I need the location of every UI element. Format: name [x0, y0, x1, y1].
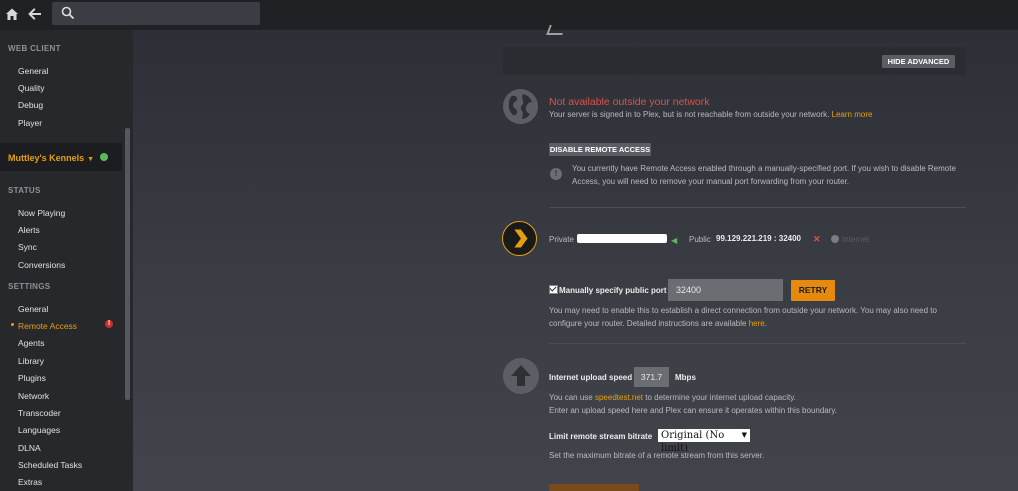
public-address: 99.129.221.219 : 32400: [716, 234, 801, 243]
error-badge-icon: !: [105, 320, 113, 328]
server-selector[interactable]: Muttley's Kennels ▼: [0, 143, 122, 171]
speedtest-link[interactable]: speedtest.net: [595, 393, 643, 402]
sidebar-item-network[interactable]: Network: [18, 391, 49, 401]
upload-speed-input[interactable]: 371.7: [634, 367, 669, 387]
bitrate-note: Set the maximum bitrate of a remote stre…: [549, 451, 765, 460]
private-address-redacted: [577, 234, 667, 243]
sidebar-item-library[interactable]: Library: [18, 356, 44, 366]
sidebar-scrollbar[interactable]: [125, 128, 130, 400]
internet-globe-icon: [831, 235, 839, 243]
sidebar-item-agents[interactable]: Agents: [18, 338, 44, 348]
sidebar-item-general[interactable]: General: [18, 66, 48, 76]
server-status-icon: [100, 153, 108, 161]
plex-logo-icon: [502, 221, 537, 256]
sidebar-item-scheduled-tasks[interactable]: Scheduled Tasks: [18, 460, 82, 470]
section-divider: [549, 207, 966, 208]
save-changes-button[interactable]: [549, 484, 639, 491]
sidebar-item-player[interactable]: Player: [18, 118, 42, 128]
remote-status-desc: Your server is signed in to Plex, but is…: [549, 110, 873, 119]
sidebar-header-status: STATUS: [8, 186, 41, 195]
sidebar-item-settings-general[interactable]: General: [18, 304, 48, 314]
sidebar-item-debug[interactable]: Debug: [18, 100, 43, 110]
disable-note-line2: Access, you will need to remove your man…: [572, 177, 850, 186]
port-note-line1: You may need to enable this to establish…: [549, 306, 937, 315]
chevron-down-icon: ▼: [741, 431, 747, 439]
bitrate-select[interactable]: Original (No limit) ▼: [658, 429, 750, 454]
sidebar-item-plugins[interactable]: Plugins: [18, 373, 46, 383]
chevron-down-icon: ▼: [87, 156, 95, 163]
top-bar: [0, 0, 1018, 30]
sidebar-item-now-playing[interactable]: Now Playing: [18, 208, 65, 218]
sidebar-item-conversions[interactable]: Conversions: [18, 260, 65, 270]
back-arrow-icon[interactable]: [27, 6, 43, 22]
home-icon[interactable]: [4, 6, 20, 22]
internet-label: Internet: [842, 235, 870, 244]
sidebar-item-transcoder[interactable]: Transcoder: [18, 408, 61, 418]
sidebar-header-web-client: WEB CLIENT: [8, 44, 61, 53]
retry-button[interactable]: RETRY: [791, 280, 835, 301]
disable-remote-access-button[interactable]: DISABLE REMOTE ACCESS: [549, 143, 651, 156]
remote-status-title: Not available outside your network: [549, 96, 710, 108]
upload-speed-label: Internet upload speed: [549, 373, 633, 382]
instructions-link[interactable]: here: [749, 319, 765, 328]
sidebar-item-sync[interactable]: Sync: [18, 242, 37, 252]
connection-arrow-icon: ◀: [671, 236, 678, 245]
manual-port-label[interactable]: Manually specify public port: [559, 286, 667, 295]
sidebar-item-languages[interactable]: Languages: [18, 425, 60, 435]
sidebar-item-remote-access[interactable]: Remote Access: [18, 321, 77, 331]
info-icon: !: [550, 168, 562, 180]
public-label: Public: [689, 235, 711, 244]
bitrate-label: Limit remote stream bitrate: [549, 432, 653, 441]
hide-advanced-button[interactable]: HIDE ADVANCED: [882, 55, 955, 68]
upload-arrow-icon: [503, 358, 539, 394]
private-label: Private: [549, 235, 574, 244]
sidebar-item-quality[interactable]: Quality: [18, 83, 44, 93]
search-icon: [61, 6, 75, 20]
sidebar-item-dlna[interactable]: DLNA: [18, 443, 41, 453]
disable-note-line1: You currently have Remote Access enabled…: [572, 164, 956, 173]
upload-speed-unit: Mbps: [675, 373, 696, 382]
failed-connection-icon: ✕: [813, 234, 821, 244]
section-divider: [549, 343, 966, 344]
sidebar-header-settings: SETTINGS: [8, 282, 51, 291]
speed-note-line2: Enter an upload speed here and Plex can …: [549, 406, 838, 415]
public-port-input[interactable]: [668, 279, 783, 301]
sidebar-item-alerts[interactable]: Alerts: [18, 225, 40, 235]
learn-more-link[interactable]: Learn more: [832, 110, 873, 119]
manual-port-checkbox[interactable]: [549, 285, 558, 294]
active-indicator: [11, 323, 14, 326]
globe-icon: [503, 89, 538, 124]
speedtest-note: You can use speedtest.net to determine y…: [549, 393, 796, 402]
port-note-line2: configure your router. Detailed instruct…: [549, 319, 767, 328]
sidebar-item-extras[interactable]: Extras: [18, 477, 42, 487]
server-name[interactable]: Muttley's Kennels ▼: [8, 153, 94, 163]
search-input[interactable]: [52, 2, 260, 25]
